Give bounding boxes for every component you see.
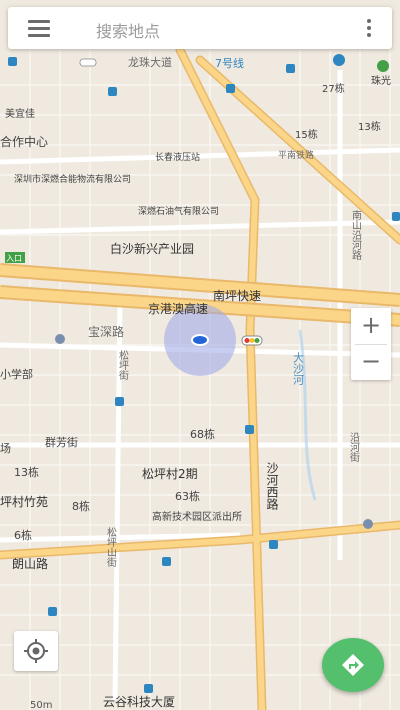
road-label-langshan: 朗山路: [12, 556, 48, 571]
place-label: 63栋: [175, 489, 200, 503]
more-options-icon[interactable]: [366, 19, 372, 37]
place-label: 长春液压站: [155, 151, 200, 163]
entrance-badge: 入口: [6, 254, 22, 263]
menu-icon[interactable]: [28, 20, 50, 37]
place-label: 15栋: [295, 128, 318, 141]
place-label: 13栋: [358, 120, 381, 133]
map-canvas[interactable]: 龙珠大道 7号线 平南铁路 南坪快速 京港澳高速 宝深路 大沙河 松坪街 沙河西…: [0, 0, 400, 710]
place-label: 坪村竹苑: [0, 495, 48, 509]
road-label-line7: 7号线: [215, 56, 244, 70]
place-label: 小学部: [0, 367, 33, 381]
road-label-songping-st: 松坪街: [117, 349, 129, 381]
bus-stop-icon[interactable]: [269, 540, 278, 549]
place-label: 深圳市深燃合能物流有限公司: [14, 173, 131, 185]
bus-stop-icon[interactable]: [8, 57, 17, 66]
river-label: 大沙河: [292, 351, 305, 385]
locate-button[interactable]: [14, 631, 58, 671]
directions-icon: [342, 654, 364, 676]
road-label-nanping: 南坪快速: [213, 288, 261, 303]
road-label-shahe-west: 沙河西路: [265, 462, 279, 511]
place-label: 场: [0, 441, 11, 455]
search-bar[interactable]: 搜索地点: [8, 7, 392, 49]
place-label: 6栋: [14, 528, 32, 542]
place-label: 群芳街: [45, 435, 78, 449]
bus-stop-icon[interactable]: [226, 84, 235, 93]
place-label: 珠光: [371, 74, 391, 87]
bus-stop-icon[interactable]: [115, 397, 124, 406]
bus-stop-icon[interactable]: [286, 64, 295, 73]
place-label: 高新技术园区派出所: [152, 510, 242, 523]
zoom-in-button[interactable]: +: [351, 308, 391, 344]
bus-stop-icon[interactable]: [245, 425, 254, 434]
place-label: 合作中心: [0, 134, 48, 149]
place-label: 美宜佳: [5, 107, 35, 120]
place-label: 68栋: [190, 427, 215, 441]
road-label-baoshen: 宝深路: [88, 324, 124, 339]
bus-stop-icon[interactable]: [144, 684, 153, 693]
place-label: 松坪村2期: [142, 467, 198, 481]
road-label-yanhe-st: 沿河街: [348, 432, 360, 463]
zoom-controls: + −: [351, 308, 391, 380]
road-label-nanshan-yanhe: 南山沿河路: [350, 209, 362, 261]
bus-stop-icon[interactable]: [48, 607, 57, 616]
place-label: 深燃石油气有限公司: [138, 205, 219, 217]
road-label-pingnan-rail: 平南铁路: [278, 149, 314, 161]
crosshair-icon: [24, 639, 48, 663]
scale-label: 50m: [30, 700, 53, 710]
zoom-out-button[interactable]: −: [351, 344, 391, 380]
road-label-jinggang: 京港澳高速: [148, 301, 208, 316]
place-label: 云谷科技大厦: [103, 695, 175, 709]
current-location-marker: [191, 334, 209, 346]
bus-stop-icon[interactable]: [392, 212, 400, 221]
bus-stop-icon[interactable]: [162, 557, 171, 566]
road-label-songping-shan: 松坪山街: [105, 526, 117, 568]
bus-stop-icon[interactable]: [108, 87, 117, 96]
place-label: 27栋: [322, 82, 345, 95]
road-label-longzhu: 龙珠大道: [128, 55, 172, 69]
route-button[interactable]: [322, 638, 384, 692]
place-label: 8栋: [72, 499, 90, 513]
place-label: 白沙新兴产业园: [110, 241, 194, 256]
place-label: 13栋: [14, 465, 39, 479]
search-input[interactable]: 搜索地点: [96, 18, 160, 42]
